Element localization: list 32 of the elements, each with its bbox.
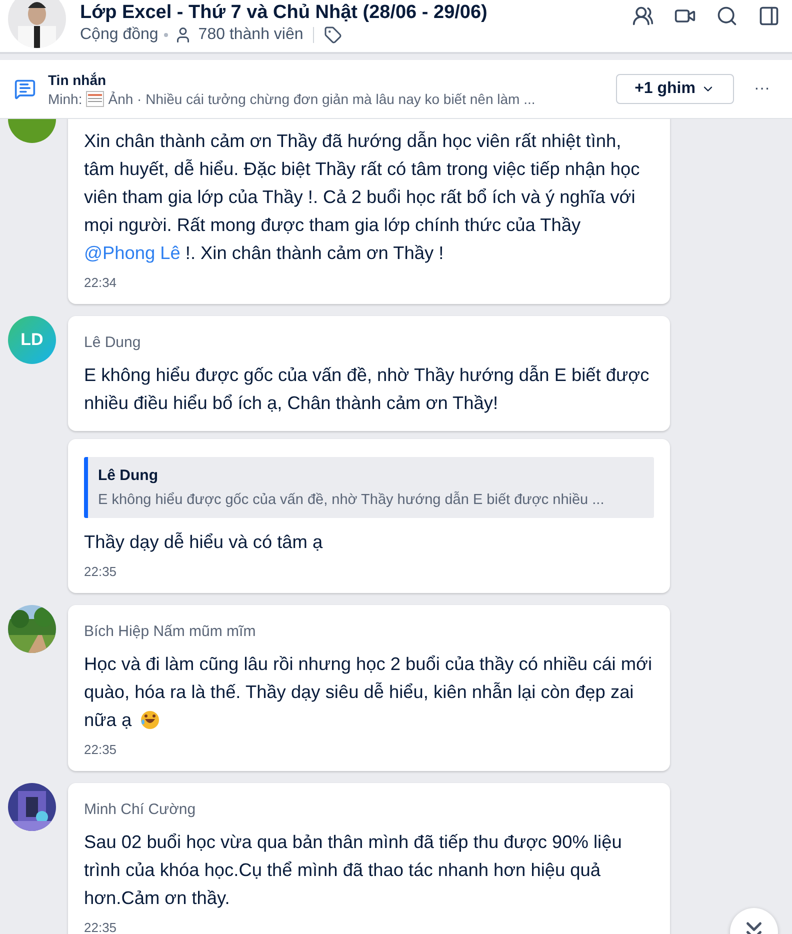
pinned-title: Tin nhắn (48, 72, 108, 88)
message-text: Học và đi làm cũng lâu rồi nhưng học 2 buổi của thầy có nhiều cái mới quào, hóa ra là thế. Thầy dạy siêu dễ hiểu, kiên nhẫn lại còn đẹp zai nữa ạ (84, 653, 654, 732)
pinned-message-bar[interactable]: Tin nhắn Minh: Ảnh · Nhiều cái tưởng chừng đơn giản mà lâu nay ko biết nên làm ... +1 ghim ··· (0, 60, 792, 119)
member-count[interactable]: 780 thành viên (198, 26, 304, 44)
message-text: Thầy dạy dễ hiểu và có tâm ạ (84, 531, 324, 554)
community-label: Cộng đồng (80, 26, 158, 44)
mention-link[interactable]: @Phong Lê (84, 243, 180, 263)
message-time: 22:35 (84, 920, 118, 934)
message-icon (14, 78, 36, 100)
sender-name: Minh Chí Cường (84, 801, 197, 818)
message-time: 22:35 (84, 564, 118, 579)
pinned-preview: Ảnh · Nhiều cái tưởng chừng đơn giản mà lâu nay ko biết nên làm ... (108, 90, 536, 106)
users-icon (632, 5, 654, 27)
message-text: Xin chân thành cảm ơn Thầy đã hướng dẫn học viên rất nhiệt tình, tâm huyết, dễ hiểu. Đặc biệt Thầy rất có tâm trong việc tiếp nhận học viên tham gia lớp của Thầy !. Cả 2 buổi học rất bổ ích và ý nghĩa với mọi người. Rất mong được tham gia lớp chính thức của Thầy @Phong Lê !. Xin chân thành cảm ơn Thầy ! (84, 130, 641, 265)
more-button[interactable]: ··· (746, 80, 778, 98)
avatar: LD (8, 316, 56, 364)
message-time: 22:34 (84, 275, 118, 290)
search-icon (716, 5, 738, 27)
message-text: E không hiểu được gốc của vấn đề, nhờ Thầy hướng dẫn E biết được nhiều điều hiểu bổ ích ạ, Chân thành cảm ơn Thầy! (84, 364, 650, 415)
message-text: Sau 02 buổi học vừa qua bản thân mình đã tiếp thu được 90% liệu trình của khóa học.Cụ thể mình đã thao tác nhanh hơn hiệu quả hơn.Cảm ơn thầy. (84, 831, 623, 910)
tag-icon[interactable] (324, 26, 342, 44)
sender-name: Bích Hiệp Nấm mũm mĩm (84, 623, 257, 640)
group-title: Lớp Excel - Thứ 7 và Chủ Nhật (28/06 - 29/06) (80, 2, 488, 24)
message-time: 22:35 (84, 742, 118, 757)
laughing-emoji-icon (140, 710, 160, 730)
quoted-sender: Lê Dung (98, 467, 159, 484)
side-panel-icon (758, 5, 780, 27)
quoted-text: E không hiểu được gốc của vấn đề, nhờ Thầy hướng dẫn E biết được nhiều ... (98, 492, 606, 508)
pinned-count-button[interactable]: +1 ghim (616, 74, 734, 104)
pinned-sender: Minh: (48, 90, 82, 106)
quoted-message[interactable]: Lê Dung E không hiểu được gốc của vấn đề, nhờ Thầy hướng dẫn E biết được nhiều ... (84, 457, 654, 518)
sender-name: Lê Dung (84, 334, 142, 351)
